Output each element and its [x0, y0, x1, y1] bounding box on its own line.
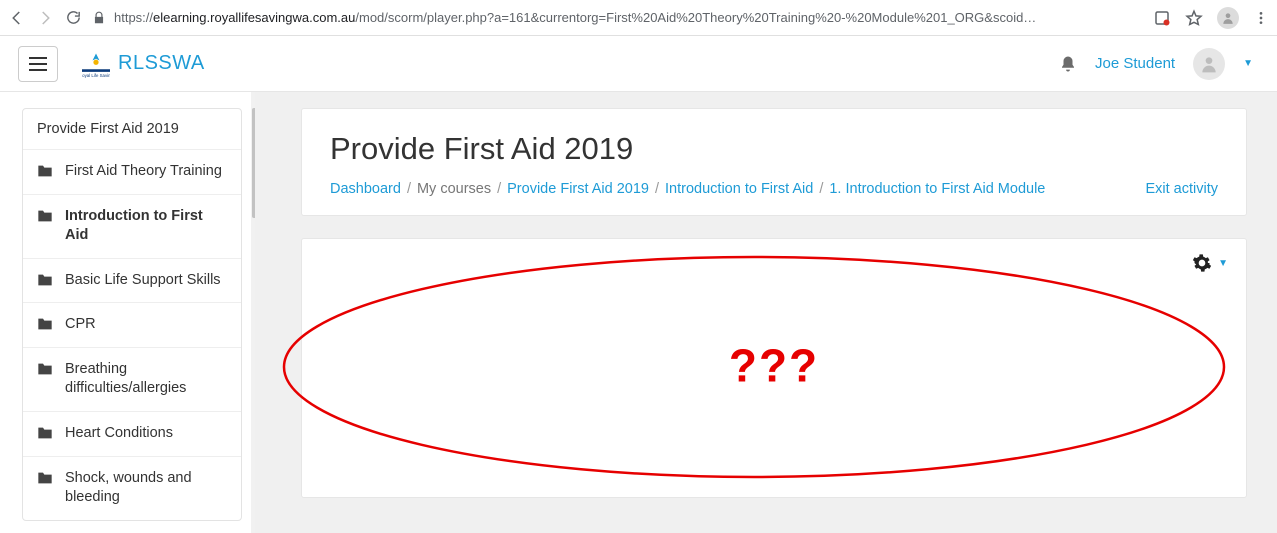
browser-toolbar: https://elearning.royallifesavingwa.com.…	[0, 0, 1277, 36]
nav-item-label: Breathing difficulties/allergies	[65, 360, 227, 399]
folder-icon	[37, 164, 53, 178]
notifications-icon[interactable]	[1059, 55, 1077, 73]
extension-icon[interactable]	[1153, 9, 1171, 27]
crumb-module[interactable]: 1. Introduction to First Aid Module	[829, 181, 1045, 197]
title-card: Provide First Aid 2019 Dashboard / My co…	[301, 108, 1247, 216]
folder-icon	[37, 273, 53, 287]
brand-name: RLSSWA	[118, 52, 205, 75]
folder-icon	[37, 426, 53, 440]
folder-icon	[37, 317, 53, 331]
scorm-content-card: ▼ ???	[301, 238, 1247, 498]
crumb-section[interactable]: Introduction to First Aid	[665, 181, 813, 197]
nav-item-label: First Aid Theory Training	[65, 162, 222, 182]
nav-item-label: Heart Conditions	[65, 424, 173, 444]
user-menu-caret-icon[interactable]: ▼	[1243, 58, 1253, 69]
nav-item-first-aid-theory[interactable]: First Aid Theory Training	[23, 150, 241, 195]
crumb-sep: /	[407, 181, 411, 197]
star-icon[interactable]	[1185, 9, 1203, 27]
back-button[interactable]	[8, 9, 26, 27]
crumb-dashboard[interactable]: Dashboard	[330, 181, 401, 197]
forward-button[interactable]	[36, 9, 54, 27]
lock-icon	[92, 11, 106, 25]
crumb-sep: /	[497, 181, 501, 197]
folder-icon	[37, 471, 53, 485]
nav-item-heart[interactable]: Heart Conditions	[23, 412, 241, 457]
exit-activity-link[interactable]: Exit activity	[1145, 181, 1218, 197]
chrome-profile-avatar[interactable]	[1217, 7, 1239, 29]
app-header: Royal Life Saving RLSSWA Joe Student ▼	[0, 36, 1277, 92]
crumb-course[interactable]: Provide First Aid 2019	[507, 181, 649, 197]
nav-item-bls[interactable]: Basic Life Support Skills	[23, 259, 241, 304]
user-avatar[interactable]	[1193, 48, 1225, 80]
course-nav-title: Provide First Aid 2019	[23, 109, 241, 150]
page-title: Provide First Aid 2019	[330, 131, 1218, 167]
nav-item-label: Introduction to First Aid	[65, 207, 227, 246]
crumb-sep: /	[655, 181, 659, 197]
brand-logo-icon: Royal Life Saving	[82, 50, 110, 78]
nav-item-breathing[interactable]: Breathing difficulties/allergies	[23, 348, 241, 412]
nav-item-intro[interactable]: Introduction to First Aid	[23, 195, 241, 259]
sidebar-region: Provide First Aid 2019 First Aid Theory …	[0, 92, 255, 533]
address-bar[interactable]: https://elearning.royallifesavingwa.com.…	[92, 10, 1143, 25]
reload-button[interactable]	[64, 9, 82, 27]
crumb-mycourses: My courses	[417, 181, 491, 197]
folder-icon	[37, 362, 53, 376]
breadcrumb: Dashboard / My courses / Provide First A…	[330, 181, 1045, 197]
nav-item-label: CPR	[65, 315, 96, 335]
chrome-menu-icon[interactable]	[1253, 10, 1269, 26]
brand[interactable]: Royal Life Saving RLSSWA	[82, 50, 205, 78]
folder-icon	[37, 209, 53, 223]
nav-item-cpr[interactable]: CPR	[23, 303, 241, 348]
crumb-sep: /	[819, 181, 823, 197]
nav-item-label: Basic Life Support Skills	[65, 271, 221, 291]
nav-item-shock[interactable]: Shock, wounds and bleeding	[23, 457, 241, 520]
user-name[interactable]: Joe Student	[1095, 55, 1175, 72]
menu-toggle-button[interactable]	[18, 46, 58, 82]
svg-text:Royal Life Saving: Royal Life Saving	[82, 73, 110, 78]
annotation-text: ???	[729, 338, 819, 392]
main-region: Provide First Aid 2019 Dashboard / My co…	[255, 92, 1277, 533]
course-nav: Provide First Aid 2019 First Aid Theory …	[22, 108, 242, 521]
nav-item-label: Shock, wounds and bleeding	[65, 469, 227, 508]
url-text: https://elearning.royallifesavingwa.com.…	[114, 10, 1036, 25]
